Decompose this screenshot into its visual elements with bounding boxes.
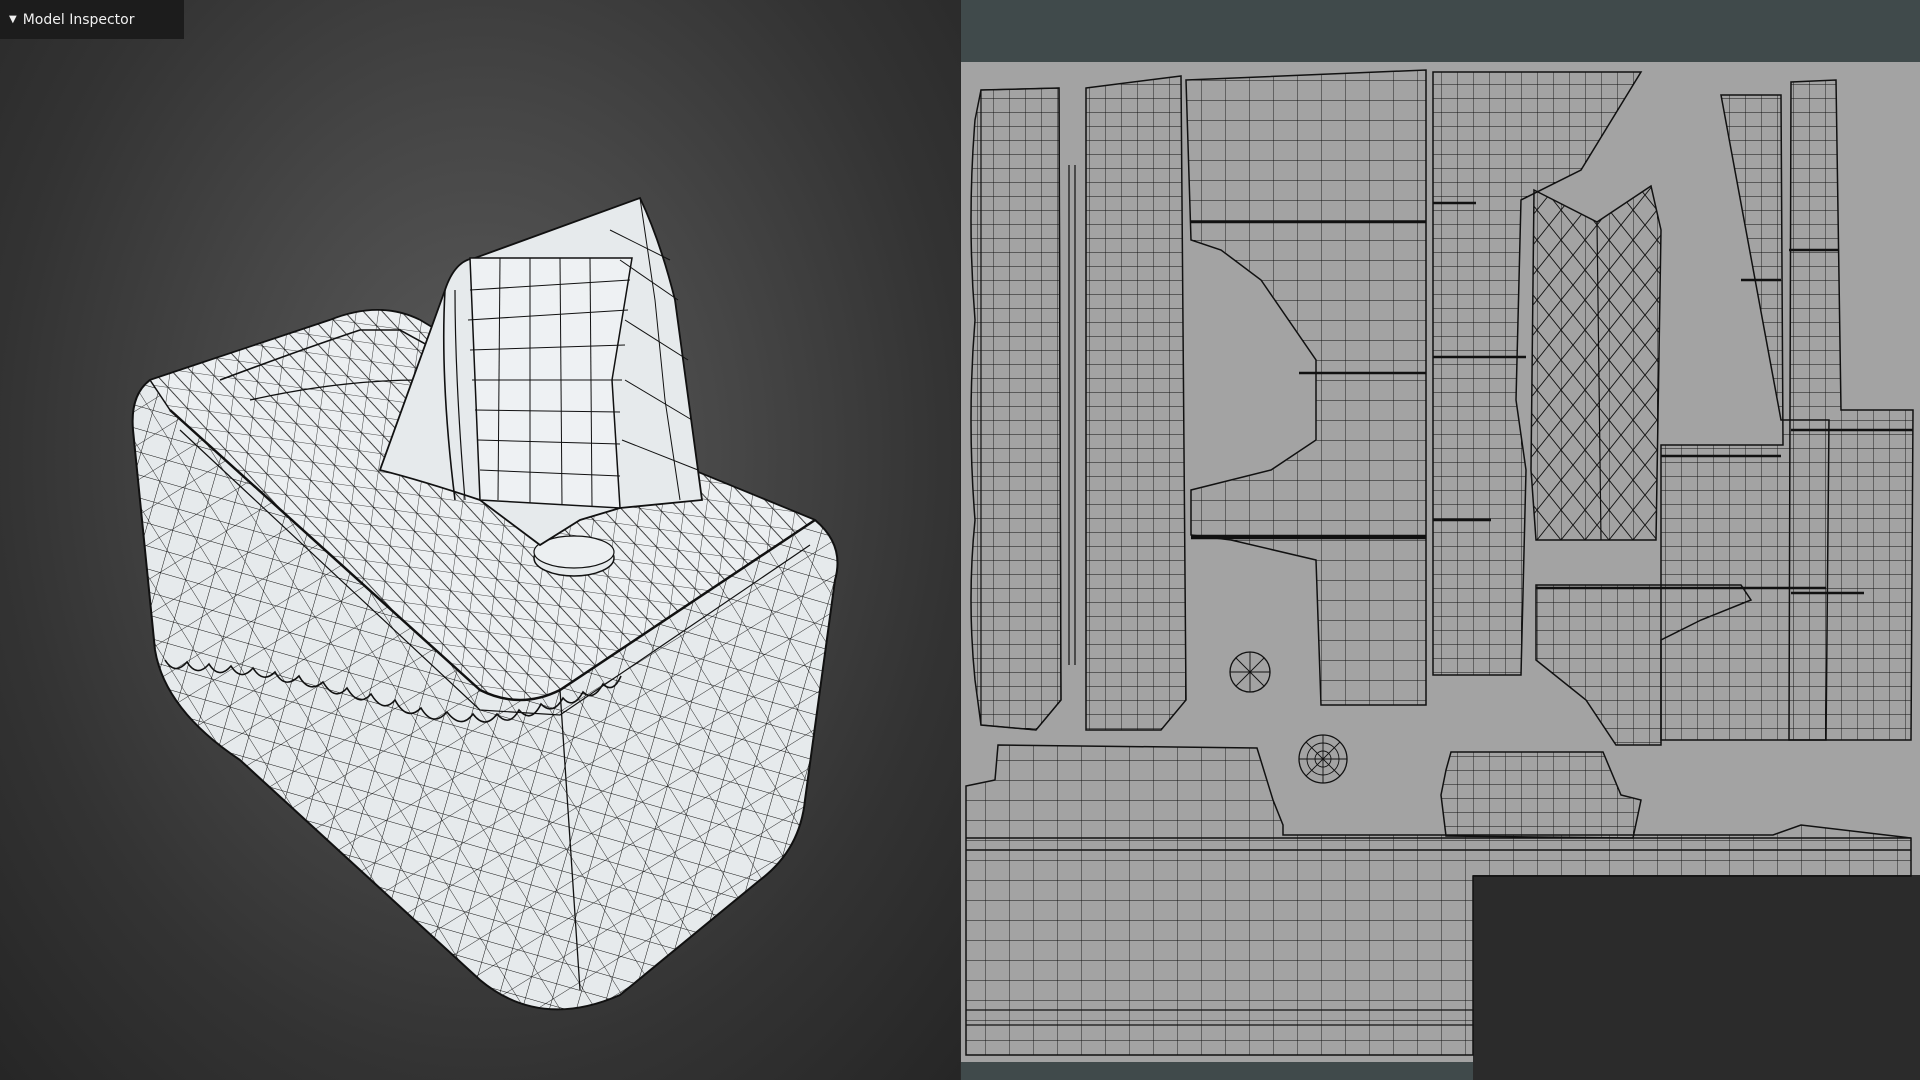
uv-island-left-strip-1 <box>970 87 1062 731</box>
uv-layout-canvas <box>961 62 1920 1080</box>
uv-island-left-strip-2 <box>1085 75 1187 731</box>
model-wireframe-render <box>131 196 839 1011</box>
uv-empty-region <box>1473 875 1920 1080</box>
model-viewport[interactable]: ▼ Model Inspector <box>0 0 960 1080</box>
uv-island-zigzag <box>1530 184 1662 541</box>
uv-island-circle-1 <box>1229 651 1271 693</box>
app-window: ▼ Model Inspector <box>0 0 1920 1080</box>
model-inspector-label: Model Inspector <box>22 11 135 28</box>
triangle-down-icon: ▼ <box>9 13 17 25</box>
uv-island-circle-2 <box>1298 734 1348 784</box>
uv-layout-panel[interactable] <box>961 0 1920 1080</box>
model-inspector-toggle[interactable]: ▼ Model Inspector <box>0 0 184 39</box>
